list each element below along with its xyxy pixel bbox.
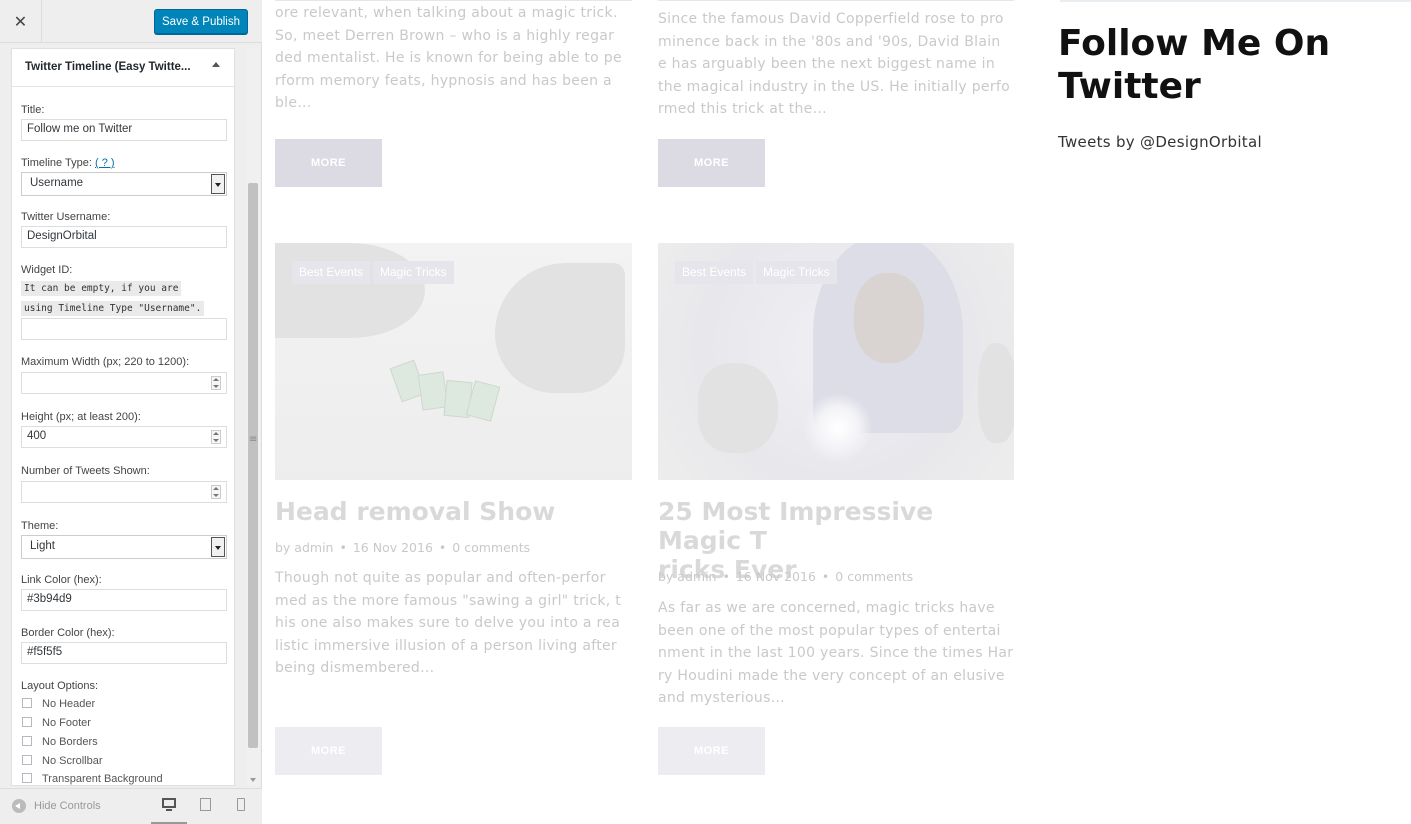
timeline-type-select[interactable]: Username bbox=[21, 172, 227, 196]
post-author[interactable]: by admin bbox=[658, 569, 716, 584]
no-footer-label: No Footer bbox=[42, 717, 91, 729]
collapse-left-icon bbox=[12, 799, 26, 813]
sparkle-shape bbox=[803, 393, 873, 463]
no-footer-checkbox[interactable] bbox=[22, 717, 32, 727]
customizer-screen: ✕ Save & Publish Twitter Timeline (Easy … bbox=[0, 0, 1411, 824]
category-tag[interactable]: Best Events bbox=[292, 261, 371, 284]
layout-options-label: Layout Options: bbox=[21, 680, 99, 692]
post-comments[interactable]: 0 comments bbox=[835, 569, 913, 584]
tweets-by-link[interactable]: Tweets by @DesignOrbital bbox=[1058, 133, 1262, 151]
theme-value: Light bbox=[30, 540, 55, 552]
customizer-header: ✕ Save & Publish bbox=[0, 0, 262, 43]
face-shape bbox=[854, 273, 924, 363]
transparent-background-checkbox[interactable] bbox=[22, 773, 32, 783]
category-tag[interactable]: Magic Tricks bbox=[756, 261, 837, 284]
post-excerpt: Since the famous David Copperfield rose … bbox=[658, 11, 1010, 117]
widget-divider bbox=[1060, 0, 1411, 2]
height-value: 400 bbox=[27, 430, 47, 442]
widget-panel: Twitter Timeline (Easy Twitte... Title: … bbox=[11, 48, 235, 786]
stepper-icon[interactable] bbox=[211, 430, 221, 444]
num-tweets-input[interactable] bbox=[21, 481, 227, 503]
post-meta: by admin • 16 Nov 2016 • 0 comments bbox=[275, 540, 531, 555]
hand-shape bbox=[495, 263, 625, 393]
site-preview: ore relevant, when talking about a magic… bbox=[262, 0, 1411, 824]
border-color-input[interactable]: #f5f5f5 bbox=[21, 642, 227, 664]
hide-controls-label: Hide Controls bbox=[34, 800, 101, 812]
post-date[interactable]: 16 Nov 2016 bbox=[736, 569, 816, 584]
tablet-icon[interactable] bbox=[200, 798, 214, 812]
chevron-down-icon[interactable] bbox=[211, 537, 225, 557]
more-button[interactable]: MORE bbox=[658, 727, 765, 775]
theme-select[interactable]: Light bbox=[21, 535, 227, 559]
border-color-label: Border Color (hex): bbox=[21, 627, 115, 639]
hand-shape bbox=[978, 343, 1014, 443]
customizer-footer: Hide Controls bbox=[0, 788, 262, 824]
post-excerpt: Though not quite as popular and often-pe… bbox=[275, 570, 622, 676]
height-label: Height (px; at least 200): bbox=[21, 411, 141, 423]
widget-id-note-line1: It can be empty, if you are bbox=[21, 281, 182, 296]
post-comments[interactable]: 0 comments bbox=[452, 540, 530, 555]
timeline-type-help-link[interactable]: ( ? ) bbox=[95, 157, 115, 169]
no-header-label: No Header bbox=[42, 698, 96, 710]
widget-panel-title: Twitter Timeline (Easy Twitte... bbox=[25, 61, 191, 73]
no-scrollbar-checkbox[interactable] bbox=[22, 755, 32, 765]
transparent-background-label: Transparent Background bbox=[42, 773, 163, 785]
more-button[interactable]: MORE bbox=[275, 727, 382, 775]
hand-shape bbox=[275, 243, 425, 338]
username-label: Twitter Username: bbox=[21, 211, 111, 223]
post-excerpt: ore relevant, when talking about a magic… bbox=[275, 5, 622, 111]
more-button[interactable]: MORE bbox=[658, 139, 765, 187]
no-scrollbar-label: No Scrollbar bbox=[42, 755, 103, 767]
mobile-icon[interactable] bbox=[237, 798, 251, 812]
num-tweets-label: Number of Tweets Shown: bbox=[21, 465, 150, 477]
post-thumbnail[interactable]: Best Events Magic Tricks bbox=[275, 243, 632, 480]
divider bbox=[275, 0, 632, 1]
title-label: Title: bbox=[21, 104, 45, 116]
post-thumbnail[interactable]: Best Events Magic Tricks bbox=[658, 243, 1014, 480]
timeline-type-label-text: Timeline Type: bbox=[21, 157, 92, 169]
resize-grip-icon[interactable]: ≡ bbox=[249, 434, 257, 445]
no-borders-label: No Borders bbox=[42, 736, 98, 748]
hide-controls-button[interactable]: Hide Controls bbox=[12, 799, 101, 813]
divider bbox=[658, 0, 1014, 1]
collapse-arrow-icon[interactable] bbox=[212, 62, 220, 67]
customizer-sidebar: ✕ Save & Publish Twitter Timeline (Easy … bbox=[0, 0, 262, 824]
hand-shape bbox=[698, 363, 778, 453]
title-input[interactable]: Follow me on Twitter bbox=[21, 119, 227, 141]
max-width-label: Maximum Width (px; 220 to 1200): bbox=[21, 356, 190, 368]
stepper-icon[interactable] bbox=[211, 376, 221, 390]
widget-panel-header[interactable]: Twitter Timeline (Easy Twitte... bbox=[12, 49, 234, 87]
no-header-checkbox[interactable] bbox=[22, 698, 32, 708]
post-meta: by admin • 16 Nov 2016 • 0 comments bbox=[658, 569, 914, 584]
stepper-icon[interactable] bbox=[211, 485, 221, 499]
chevron-down-icon[interactable] bbox=[211, 174, 225, 194]
save-publish-button[interactable]: Save & Publish bbox=[154, 9, 248, 34]
category-tag[interactable]: Magic Tricks bbox=[373, 261, 454, 284]
sidebar-scrollbar[interactable] bbox=[246, 48, 260, 786]
max-width-input[interactable] bbox=[21, 372, 227, 394]
widget-id-note-line2: using Timeline Type "Username". bbox=[21, 301, 205, 316]
desktop-icon[interactable] bbox=[162, 798, 176, 812]
timeline-type-label: Timeline Type: ( ? ) bbox=[21, 157, 115, 169]
close-icon[interactable]: ✕ bbox=[0, 0, 42, 43]
scroll-down-icon[interactable] bbox=[250, 778, 256, 782]
timeline-type-value: Username bbox=[30, 177, 84, 189]
scrollbar-thumb[interactable] bbox=[248, 183, 258, 748]
post-date[interactable]: 16 Nov 2016 bbox=[353, 540, 433, 555]
post-excerpt: As far as we are concerned, magic tricks… bbox=[658, 600, 1014, 706]
widget-id-input[interactable] bbox=[21, 318, 227, 340]
widget-id-label: Widget ID: bbox=[21, 264, 73, 276]
category-tag[interactable]: Best Events bbox=[675, 261, 754, 284]
post-title[interactable]: Head removal Show bbox=[275, 497, 555, 526]
widget-title: Follow Me On Twitter bbox=[1058, 23, 1331, 107]
link-color-input[interactable]: #3b94d9 bbox=[21, 589, 227, 611]
link-color-label: Link Color (hex): bbox=[21, 574, 102, 586]
no-borders-checkbox[interactable] bbox=[22, 736, 32, 746]
height-input[interactable]: 400 bbox=[21, 426, 227, 448]
theme-label: Theme: bbox=[21, 520, 59, 532]
more-button[interactable]: MORE bbox=[275, 139, 382, 187]
post-author[interactable]: by admin bbox=[275, 540, 333, 555]
username-input[interactable]: DesignOrbital bbox=[21, 226, 227, 248]
